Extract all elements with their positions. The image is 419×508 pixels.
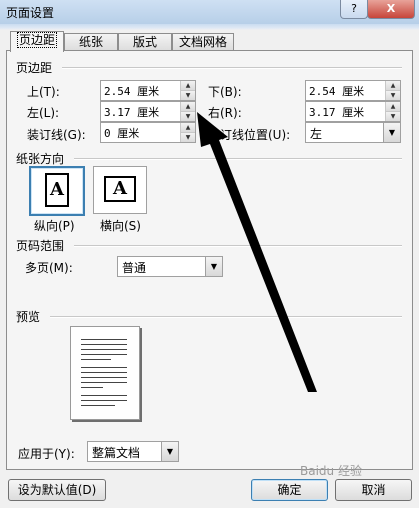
- tab-label: 页边距: [16, 32, 57, 48]
- tab-margins[interactable]: 页边距: [10, 31, 64, 52]
- arrow-shape: [197, 112, 317, 392]
- annotation-arrow: [197, 112, 317, 392]
